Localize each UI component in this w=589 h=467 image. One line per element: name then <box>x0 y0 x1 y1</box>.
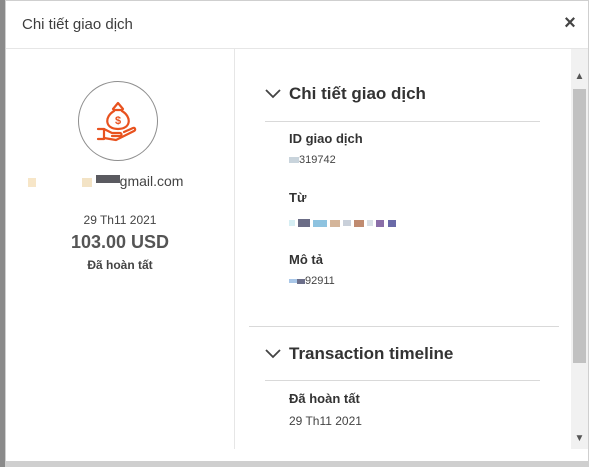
redacted-block <box>40 178 78 187</box>
redacted-block <box>313 219 328 227</box>
scroll-up-arrow-icon[interactable]: ▲ <box>571 68 588 85</box>
dialog-bottom-edge <box>5 462 589 467</box>
transaction-detail-panel: Chi tiết giao dịch ID giao dịch 319742 T… <box>235 49 571 449</box>
timeline-status: Đã hoàn tất <box>289 391 360 406</box>
transaction-status: Đã hoàn tất <box>87 258 153 272</box>
redacted-block <box>289 157 299 164</box>
redacted-block <box>81 177 92 187</box>
redacted-block <box>354 219 365 227</box>
dialog-header: Chi tiết giao dịch × <box>6 1 588 49</box>
redacted-block <box>95 175 120 184</box>
close-button[interactable]: × <box>560 13 580 33</box>
transaction-id-value: 319742 <box>289 154 336 166</box>
from-label: Từ <box>289 190 307 205</box>
redacted-block <box>289 279 297 284</box>
redacted-block <box>289 220 295 227</box>
dialog-title: Chi tiết giao dịch <box>22 16 133 33</box>
divider <box>265 121 540 122</box>
description-value: 92911 <box>289 275 335 287</box>
redacted-block <box>28 177 36 187</box>
chevron-down-icon <box>265 89 281 99</box>
section-divider <box>249 326 559 327</box>
redacted-block <box>330 219 341 227</box>
transaction-amount: 103.00 USD <box>70 232 170 252</box>
details-section-toggle[interactable]: Chi tiết giao dịch <box>265 84 426 104</box>
details-section-title: Chi tiết giao dịch <box>289 84 426 103</box>
timeline-date: 29 Th11 2021 <box>289 414 362 428</box>
description-label: Mô tả <box>289 252 323 267</box>
vertical-scrollbar[interactable]: ▲ ▼ <box>571 49 588 449</box>
counterparty-email: gmail.com <box>28 173 183 189</box>
svg-text:$: $ <box>115 115 121 127</box>
transaction-id-label: ID giao dịch <box>289 131 363 146</box>
scroll-down-arrow-icon[interactable]: ▼ <box>571 430 588 447</box>
transaction-date: 29 Th11 2021 <box>83 213 157 227</box>
redacted-block <box>297 278 305 284</box>
timeline-section-title: Transaction timeline <box>289 344 454 363</box>
redacted-block <box>387 219 396 227</box>
email-suffix: gmail.com <box>119 173 184 189</box>
transaction-details-dialog: Chi tiết giao dịch × $ gmail.com 29 Th11… <box>5 0 589 462</box>
transaction-summary-panel: $ gmail.com 29 Th11 2021 103.00 USD Đã h… <box>6 49 235 449</box>
money-bag-hand-icon: $ <box>78 81 158 161</box>
redacted-block <box>367 220 374 227</box>
timeline-section-toggle[interactable]: Transaction timeline <box>265 344 453 364</box>
chevron-down-icon <box>265 349 281 359</box>
from-value <box>289 217 396 229</box>
redacted-block <box>298 219 311 228</box>
scrollbar-thumb[interactable] <box>573 89 586 363</box>
redacted-block <box>376 219 385 227</box>
redacted-block <box>343 220 352 227</box>
divider <box>265 380 540 381</box>
